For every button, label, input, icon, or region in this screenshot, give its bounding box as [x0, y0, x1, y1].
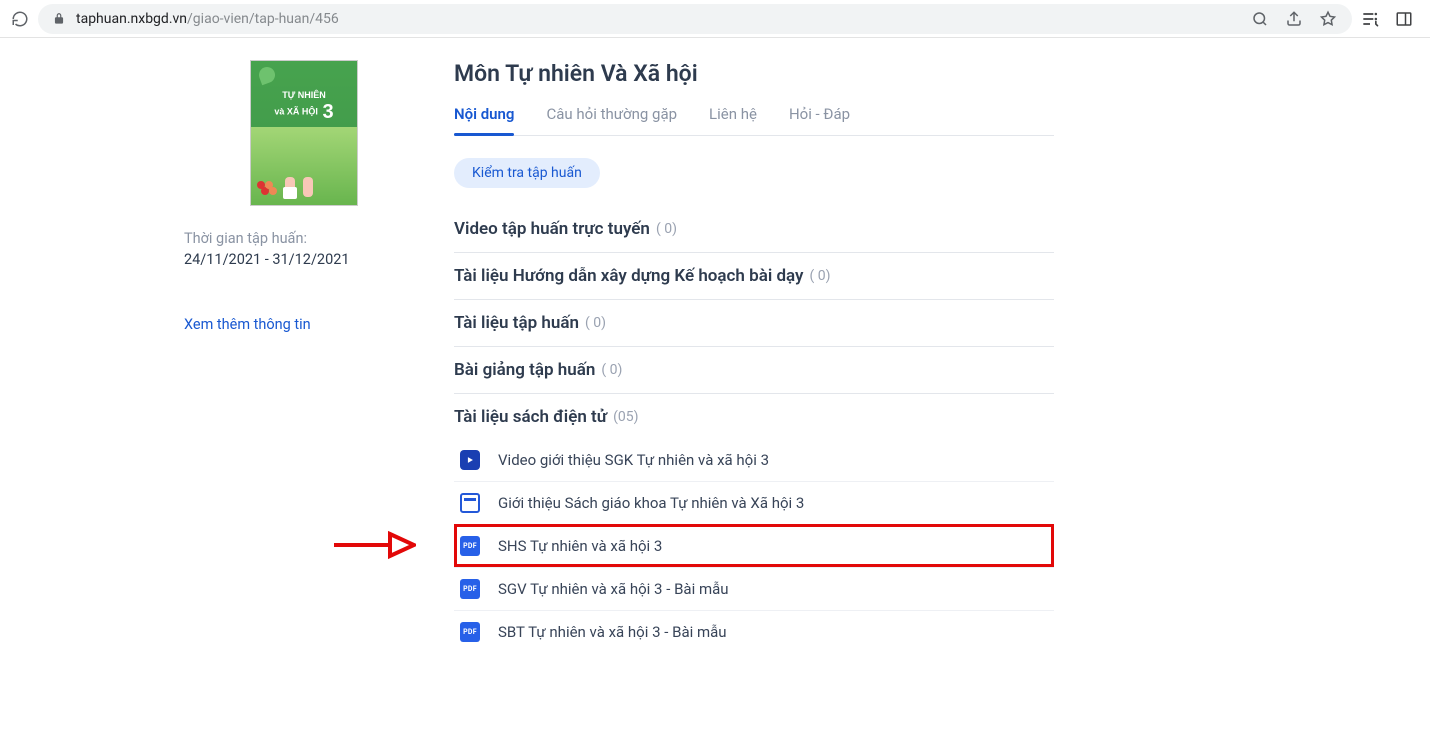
reading-list-icon[interactable] — [1360, 9, 1380, 29]
section-count: (05) — [613, 409, 638, 425]
section-count: ( 0) — [810, 268, 831, 284]
star-icon[interactable] — [1318, 9, 1338, 29]
book-cover: TỰ NHIÊN và XÃ HỘI 3 — [250, 60, 358, 206]
resource-item[interactable]: Giới thiệu Sách giáo khoa Tự nhiên và Xã… — [454, 481, 1054, 524]
tab-noi-dung[interactable]: Nội dung — [454, 105, 514, 135]
url-text: taphuan.nxbgd.vn/giao-vien/tap-huan/456 — [76, 11, 339, 27]
resource-list: Video giới thiệu SGK Tự nhiên và xã hội … — [454, 439, 1054, 653]
section-title: Bài giảng tập huấn — [454, 360, 595, 380]
pdf-icon: PDF — [460, 622, 480, 642]
section-title: Tài liệu Hướng dẫn xây dựng Kế hoạch bài… — [454, 266, 804, 286]
url-domain: taphuan.nxbgd.vn — [76, 11, 187, 27]
resource-title: SBT Tự nhiên và xã hội 3 - Bài mẫu — [498, 623, 727, 641]
resource-title: SHS Tự nhiên và xã hội 3 — [498, 537, 662, 555]
tab-hoi-dap[interactable]: Hỏi - Đáp — [789, 105, 850, 135]
section-baigiang[interactable]: Bài giảng tập huấn ( 0) — [454, 347, 1054, 394]
more-info-link[interactable]: Xem thêm thông tin — [184, 316, 424, 333]
tab-lien-he[interactable]: Liên hệ — [709, 105, 757, 135]
arrow-annotation-icon — [330, 530, 416, 560]
play-icon — [460, 450, 480, 470]
section-count: ( 0) — [656, 221, 677, 237]
section-count: ( 0) — [585, 315, 606, 331]
sidepanel-icon[interactable] — [1394, 9, 1414, 29]
resource-item[interactable]: PDF SGV Tự nhiên và xã hội 3 - Bài mẫu — [454, 567, 1054, 610]
sidebar: TỰ NHIÊN và XÃ HỘI 3 Thời gian tập huấn:… — [0, 60, 454, 653]
section-title: Video tập huấn trực tuyến — [454, 219, 650, 239]
section-sachdt: Tài liệu sách điện tử (05) Video giới th… — [454, 394, 1054, 653]
section-count: ( 0) — [601, 362, 622, 378]
share-icon[interactable] — [1284, 9, 1304, 29]
resource-title: Giới thiệu Sách giáo khoa Tự nhiên và Xã… — [498, 494, 804, 512]
search-icon[interactable] — [1250, 9, 1270, 29]
section-title: Tài liệu tập huấn — [454, 313, 579, 333]
training-time-range: 24/11/2021 - 31/12/2021 — [184, 251, 424, 268]
section-tailieu[interactable]: Tài liệu tập huấn ( 0) — [454, 300, 1054, 347]
pdf-icon: PDF — [460, 579, 480, 599]
exam-chip[interactable]: Kiểm tra tập huấn — [454, 158, 600, 188]
lock-icon — [52, 12, 66, 26]
resource-item-highlighted[interactable]: PDF SHS Tự nhiên và xã hội 3 — [454, 524, 1054, 567]
training-time-label: Thời gian tập huấn: — [184, 230, 424, 247]
main-content: Môn Tự nhiên Và Xã hội Nội dung Câu hỏi … — [454, 60, 1154, 653]
tab-cau-hoi[interactable]: Câu hỏi thường gặp — [546, 105, 677, 135]
slide-icon — [460, 493, 480, 513]
tab-bar: Nội dung Câu hỏi thường gặp Liên hệ Hỏi … — [454, 105, 1054, 136]
section-video[interactable]: Video tập huấn trực tuyến ( 0) — [454, 206, 1054, 253]
resource-title: Video giới thiệu SGK Tự nhiên và xã hội … — [498, 451, 769, 469]
page-title: Môn Tự nhiên Và Xã hội — [454, 60, 1054, 87]
section-huong-dan[interactable]: Tài liệu Hướng dẫn xây dựng Kế hoạch bài… — [454, 253, 1054, 300]
cover-title: TỰ NHIÊN và XÃ HỘI 3 — [251, 91, 357, 123]
resource-item[interactable]: PDF SBT Tự nhiên và xã hội 3 - Bài mẫu — [454, 610, 1054, 653]
url-path: /giao-vien/tap-huan/456 — [187, 11, 339, 27]
resource-item[interactable]: Video giới thiệu SGK Tự nhiên và xã hội … — [454, 439, 1054, 481]
address-bar[interactable]: taphuan.nxbgd.vn/giao-vien/tap-huan/456 — [38, 4, 1352, 34]
browser-toolbar: taphuan.nxbgd.vn/giao-vien/tap-huan/456 — [0, 0, 1430, 38]
page-body: TỰ NHIÊN và XÃ HỘI 3 Thời gian tập huấn:… — [0, 38, 1430, 653]
reload-icon[interactable] — [10, 9, 30, 29]
section-title: Tài liệu sách điện tử — [454, 407, 607, 427]
leaf-icon — [257, 65, 278, 86]
pdf-icon: PDF — [460, 536, 480, 556]
resource-title: SGV Tự nhiên và xã hội 3 - Bài mẫu — [498, 580, 729, 598]
